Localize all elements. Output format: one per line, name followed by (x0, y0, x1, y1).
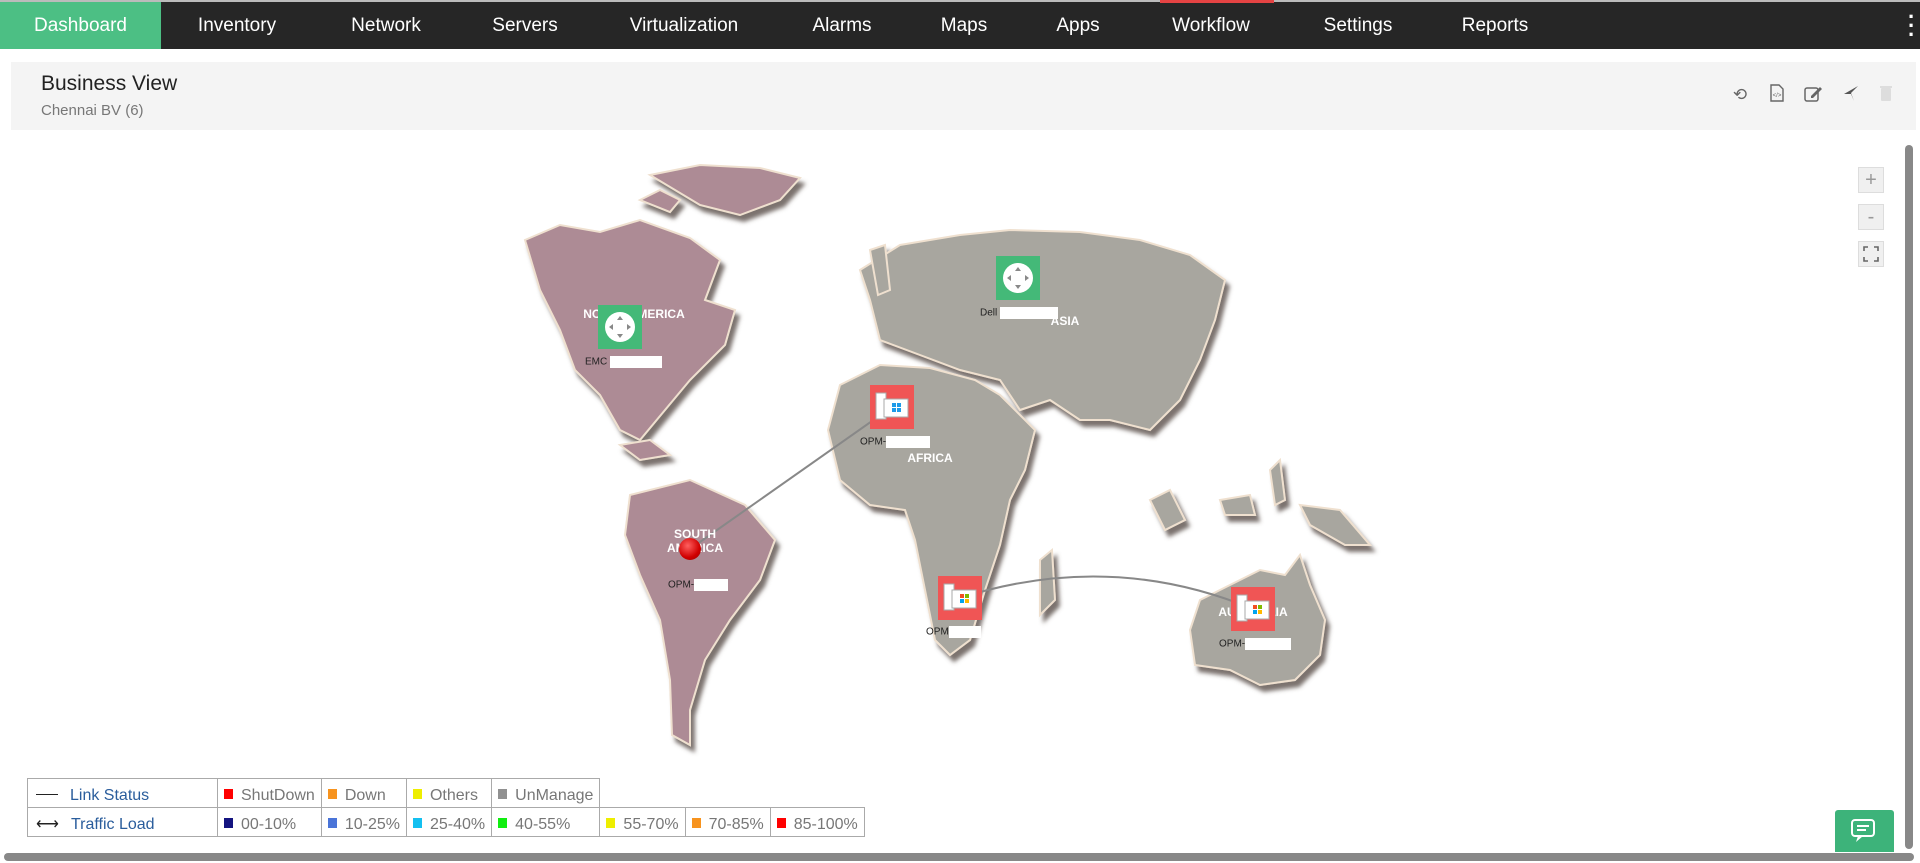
status-dot-device[interactable] (679, 538, 701, 560)
nav-network[interactable]: Network (351, 2, 421, 49)
windows-server-icon (943, 583, 977, 611)
edit-icon[interactable] (1803, 84, 1825, 106)
nav-apps[interactable]: Apps (1056, 2, 1099, 49)
chat-button[interactable] (1835, 810, 1894, 852)
windows-server-device[interactable] (938, 576, 982, 620)
top-nav: Dashboard Inventory Network Servers Virt… (0, 0, 1920, 49)
legend-item: 70-85% (684, 807, 771, 837)
device-label: OPM- (860, 436, 931, 448)
line-icon (36, 794, 58, 795)
legend-item: UnManage (491, 778, 601, 808)
nav-settings[interactable]: Settings (1324, 2, 1393, 49)
device-label: EMC (585, 356, 663, 368)
pin-icon[interactable] (1840, 84, 1862, 106)
windows-server-device[interactable] (870, 385, 914, 429)
export-code-icon[interactable]: </> (1766, 84, 1788, 106)
double-arrow-icon: ⟷ (36, 816, 59, 833)
chat-icon (1850, 819, 1875, 842)
router-icon (1003, 263, 1033, 293)
nav-maps[interactable]: Maps (941, 2, 987, 49)
router-icon (605, 312, 635, 342)
page-header: Business View Chennai BV (6) ⟲ </> (11, 62, 1916, 130)
delete-icon[interactable] (1875, 84, 1897, 106)
legend-item: 55-70% (599, 807, 686, 837)
zoom-out-button[interactable]: - (1858, 204, 1884, 230)
device-label: Dell (980, 307, 1059, 319)
fullscreen-icon[interactable] (1858, 241, 1884, 267)
svg-text:</>: </> (1773, 93, 1782, 99)
legend-item: 40-55% (491, 807, 601, 837)
nav-dashboard[interactable]: Dashboard (0, 2, 161, 49)
continent-label: AFRICA (907, 451, 953, 465)
vertical-ellipsis-icon[interactable]: · · · (1908, 6, 1916, 46)
refresh-icon[interactable]: ⟲ (1729, 84, 1751, 106)
device-label: OPM (926, 626, 981, 638)
nav-virtualization[interactable]: Virtualization (630, 2, 738, 49)
map-legend: Link Status ShutDown Down Others UnManag… (27, 778, 865, 837)
zoom-in-button[interactable]: + (1858, 167, 1884, 193)
legend-item: Down (320, 778, 407, 808)
device-label: OPM- (1219, 638, 1292, 650)
legend-row-link-status: Link Status ShutDown Down Others UnManag… (27, 778, 865, 808)
legend-traffic-load: ⟷ Traffic Load (27, 807, 218, 837)
windows-server-device[interactable] (1231, 587, 1275, 631)
nav-servers[interactable]: Servers (492, 2, 557, 49)
legend-item: 10-25% (320, 807, 407, 837)
horizontal-scrollbar[interactable] (4, 853, 1914, 861)
south-america (623, 478, 777, 747)
vertical-scrollbar[interactable] (1905, 145, 1913, 849)
device-label: OPM- (668, 579, 729, 591)
page-subtitle: Chennai BV (6) (41, 102, 144, 119)
legend-item: 25-40% (405, 807, 493, 837)
page-title: Business View (41, 72, 178, 95)
legend-item: 85-100% (769, 807, 865, 837)
legend-item: 00-10% (217, 807, 322, 837)
windows-server-icon (1236, 594, 1270, 622)
legend-row-traffic-load: ⟷ Traffic Load 00-10% 10-25% 25-40% 40-55… (27, 807, 865, 837)
router-device-dell[interactable] (996, 256, 1040, 300)
nav-alarms[interactable]: Alarms (812, 2, 871, 49)
router-device-emc[interactable] (598, 305, 642, 349)
nav-inventory[interactable]: Inventory (198, 2, 276, 49)
islands (1148, 457, 1373, 546)
legend-item: Others (405, 778, 493, 808)
legend-item: ShutDown (217, 778, 322, 808)
legend-link-status: Link Status (27, 778, 218, 808)
nav-workflow[interactable]: Workflow (1172, 2, 1250, 49)
nav-reports[interactable]: Reports (1462, 2, 1529, 49)
windows-server-icon (875, 392, 909, 420)
